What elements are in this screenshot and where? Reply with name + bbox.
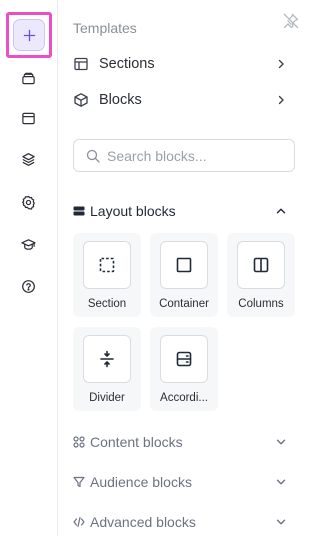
help-button[interactable]	[15, 273, 41, 299]
filter-icon	[73, 476, 85, 488]
chevron-up-icon	[275, 205, 287, 217]
panel-title: Templates	[73, 20, 137, 36]
gear-icon	[21, 195, 35, 210]
block-section-icon-box	[83, 241, 131, 289]
content-blocks-label: Content blocks	[90, 434, 183, 450]
chevron-right-icon	[275, 94, 287, 106]
chevron-down-icon	[275, 516, 287, 528]
add-button[interactable]	[13, 19, 45, 51]
content-grid-icon	[73, 436, 85, 448]
stack-button[interactable]	[15, 65, 41, 91]
block-divider-icon-box	[83, 335, 131, 383]
layout-blocks-label: Layout blocks	[90, 203, 176, 219]
templates-panel: Templates Sections Blocks Layout blocks	[59, 0, 323, 536]
code-icon	[73, 516, 85, 528]
nav-blocks[interactable]: Blocks	[73, 86, 287, 114]
square-icon	[176, 257, 192, 273]
left-rail	[0, 0, 58, 536]
audience-blocks-label: Audience blocks	[90, 474, 192, 490]
search-field[interactable]	[73, 139, 295, 172]
content-blocks-header[interactable]: Content blocks	[73, 431, 287, 453]
chevron-down-icon	[275, 476, 287, 488]
block-columns[interactable]: Columns	[227, 233, 295, 317]
window-icon	[21, 112, 35, 124]
block-accordion[interactable]: Accordi...	[150, 327, 218, 411]
block-container-icon-box	[160, 241, 208, 289]
block-accordion-icon-box	[160, 335, 208, 383]
block-columns-icon-box	[237, 241, 285, 289]
chevron-down-icon	[275, 436, 287, 448]
graduation-cap-icon	[20, 238, 36, 250]
layout-blocks-icon	[73, 205, 85, 217]
accordion-icon	[176, 351, 192, 367]
search-input[interactable]	[107, 147, 287, 164]
layers-icon	[21, 152, 35, 166]
columns-icon	[253, 257, 269, 273]
block-section-label: Section	[87, 298, 127, 310]
block-columns-label: Columns	[238, 298, 284, 310]
window-button[interactable]	[15, 105, 41, 131]
unpin-icon	[283, 13, 299, 29]
layout-blocks-header[interactable]: Layout blocks	[73, 200, 287, 222]
nav-blocks-label: Blocks	[99, 92, 142, 108]
block-divider[interactable]: Divider	[73, 327, 141, 411]
pin-button[interactable]	[282, 12, 300, 30]
advanced-blocks-label: Advanced blocks	[90, 514, 196, 530]
block-container-label: Container	[159, 298, 209, 310]
search-icon	[86, 149, 100, 163]
help-icon	[21, 279, 35, 293]
chevron-right-icon	[275, 58, 287, 70]
cube-icon	[73, 92, 89, 108]
learn-button[interactable]	[15, 231, 41, 257]
nav-sections[interactable]: Sections	[73, 50, 287, 78]
stack-icon	[21, 72, 35, 84]
block-container[interactable]: Container	[150, 233, 218, 317]
divider-icon	[100, 350, 114, 368]
settings-button[interactable]	[15, 189, 41, 215]
nav-sections-label: Sections	[99, 56, 155, 72]
block-accordion-label: Accordi...	[160, 392, 208, 404]
block-divider-label: Divider	[89, 392, 125, 404]
layers-button[interactable]	[15, 146, 41, 172]
add-button-highlight	[6, 12, 52, 58]
add-icon	[23, 29, 35, 41]
layout-icon	[73, 56, 89, 72]
dashed-square-icon	[99, 257, 115, 273]
block-section[interactable]: Section	[73, 233, 141, 317]
advanced-blocks-header[interactable]: Advanced blocks	[73, 511, 287, 533]
audience-blocks-header[interactable]: Audience blocks	[73, 471, 287, 493]
